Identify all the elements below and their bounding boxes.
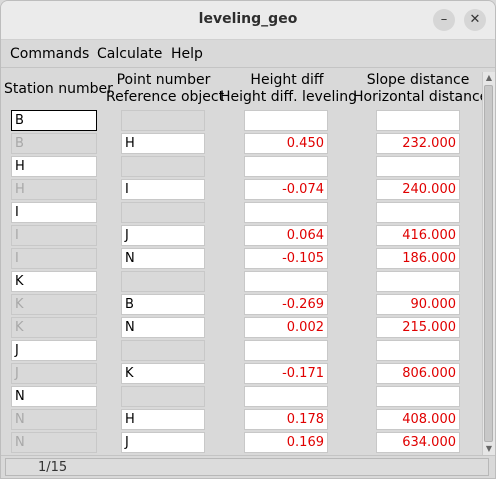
- distance-cell[interactable]: 416.000: [376, 225, 460, 246]
- station-cell[interactable]: I: [11, 202, 97, 223]
- point-cell[interactable]: H: [121, 409, 205, 430]
- height-diff-cell[interactable]: 0.178: [244, 409, 328, 430]
- menu-bar: Commands Calculate Help: [1, 40, 495, 68]
- app-window: leveling_geo – ✕ Commands Calculate Help…: [0, 0, 496, 479]
- point-cell[interactable]: K: [121, 363, 205, 384]
- height-diff-cell[interactable]: [244, 340, 328, 361]
- menu-commands[interactable]: Commands: [10, 46, 89, 62]
- point-cell[interactable]: [121, 340, 205, 361]
- height-diff-cell[interactable]: 0.064: [244, 225, 328, 246]
- menu-calculate[interactable]: Calculate: [97, 46, 162, 62]
- header-point-number: Point number: [116, 72, 211, 88]
- window-title: leveling_geo: [198, 11, 298, 27]
- station-cell[interactable]: I: [11, 248, 97, 269]
- distance-cell[interactable]: 408.000: [376, 409, 460, 430]
- distance-cell[interactable]: [376, 110, 460, 131]
- header-reference-object: Reference object: [106, 89, 225, 105]
- distance-cell[interactable]: 634.000: [376, 432, 460, 453]
- menu-help[interactable]: Help: [171, 46, 203, 62]
- point-cell[interactable]: J: [121, 225, 205, 246]
- distance-cell[interactable]: 90.000: [376, 294, 460, 315]
- header-station-number: Station number: [4, 81, 113, 97]
- distance-cell[interactable]: 240.000: [376, 179, 460, 200]
- distance-cell[interactable]: 806.000: [376, 363, 460, 384]
- height-diff-cell[interactable]: 0.169: [244, 432, 328, 453]
- station-cell[interactable]: H: [11, 156, 97, 177]
- point-cell[interactable]: [121, 156, 205, 177]
- header-height-diff-leveling: Height diff. leveling: [220, 89, 357, 105]
- distance-cell[interactable]: 232.000: [376, 133, 460, 154]
- distance-cell[interactable]: [376, 386, 460, 407]
- height-diff-cell[interactable]: [244, 202, 328, 223]
- station-cell[interactable]: H: [11, 179, 97, 200]
- point-cell[interactable]: [121, 386, 205, 407]
- station-cell[interactable]: J: [11, 363, 97, 384]
- station-cell[interactable]: N: [11, 409, 97, 430]
- point-cell[interactable]: H: [121, 133, 205, 154]
- point-cell[interactable]: [121, 271, 205, 292]
- status-field: 1/15: [5, 458, 489, 476]
- station-cell[interactable]: N: [11, 432, 97, 453]
- distance-cell[interactable]: 186.000: [376, 248, 460, 269]
- point-cell[interactable]: N: [121, 317, 205, 338]
- height-diff-cell[interactable]: -0.171: [244, 363, 328, 384]
- distance-cell[interactable]: [376, 202, 460, 223]
- station-cell[interactable]: I: [11, 225, 97, 246]
- close-button[interactable]: ✕: [464, 9, 486, 31]
- header-height-diff: Height diff: [250, 72, 324, 88]
- point-cell[interactable]: [121, 202, 205, 223]
- table-area: Station number Point number Reference ob…: [1, 68, 495, 455]
- header-slope-distance: Slope distance: [366, 72, 470, 88]
- header-horizontal-distance: Horizontal distance: [353, 89, 489, 105]
- point-cell[interactable]: N: [121, 248, 205, 269]
- status-bar: 1/15: [1, 455, 495, 478]
- height-diff-cell[interactable]: [244, 110, 328, 131]
- title-bar: leveling_geo – ✕: [1, 1, 495, 40]
- height-diff-cell[interactable]: [244, 271, 328, 292]
- height-diff-cell[interactable]: [244, 386, 328, 407]
- point-cell[interactable]: B: [121, 294, 205, 315]
- distance-cell[interactable]: [376, 340, 460, 361]
- station-cell[interactable]: J: [11, 340, 97, 361]
- point-cell[interactable]: J: [121, 432, 205, 453]
- station-cell[interactable]: K: [11, 317, 97, 338]
- height-diff-cell[interactable]: [244, 156, 328, 177]
- height-diff-cell[interactable]: 0.450: [244, 133, 328, 154]
- station-cell[interactable]: B: [11, 110, 97, 131]
- distance-cell[interactable]: [376, 156, 460, 177]
- scroll-down-arrow-icon[interactable]: ▼: [483, 443, 495, 455]
- point-cell[interactable]: [121, 110, 205, 131]
- station-cell[interactable]: B: [11, 133, 97, 154]
- station-cell[interactable]: K: [11, 294, 97, 315]
- distance-cell[interactable]: [376, 271, 460, 292]
- record-counter: 1/15: [38, 460, 68, 475]
- point-cell[interactable]: I: [121, 179, 205, 200]
- station-cell[interactable]: K: [11, 271, 97, 292]
- height-diff-cell[interactable]: -0.269: [244, 294, 328, 315]
- distance-cell[interactable]: 215.000: [376, 317, 460, 338]
- height-diff-cell[interactable]: -0.105: [244, 248, 328, 269]
- station-cell[interactable]: N: [11, 386, 97, 407]
- vertical-scrollbar[interactable]: ▲ ▼: [482, 72, 495, 455]
- minimize-button[interactable]: –: [433, 9, 455, 31]
- scrollbar-thumb[interactable]: [484, 85, 493, 442]
- scroll-up-arrow-icon[interactable]: ▲: [483, 72, 495, 84]
- height-diff-cell[interactable]: 0.002: [244, 317, 328, 338]
- height-diff-cell[interactable]: -0.074: [244, 179, 328, 200]
